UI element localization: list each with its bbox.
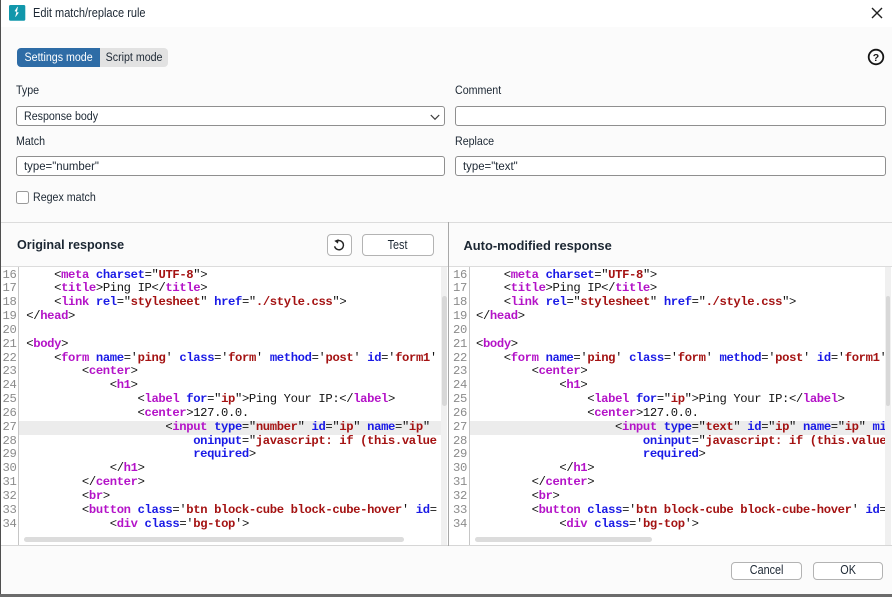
svg-text:?: ? (872, 52, 878, 64)
